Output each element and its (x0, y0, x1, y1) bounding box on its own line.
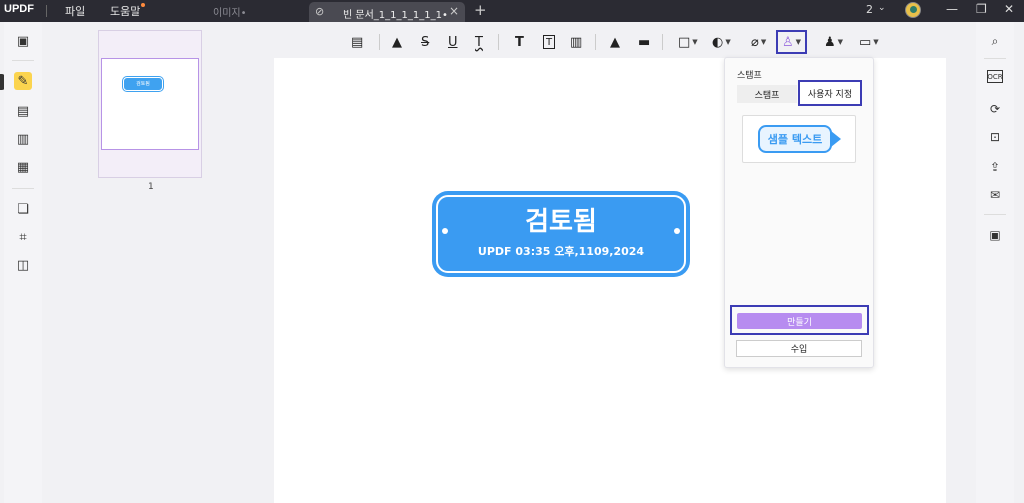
divider (662, 34, 663, 50)
sticky-note-icon[interactable]: ▥ (570, 33, 582, 51)
stamp-title: 검토됨 (525, 207, 597, 237)
notification-dot (141, 3, 146, 7)
custom-stamp-card[interactable]: 샘플 텍스트 (742, 115, 856, 163)
highlight-icon[interactable]: ▲ (392, 33, 402, 51)
stamp-dropdown: 스탬프 스탬프 사용자 지정 샘플 텍스트 만들기 수입 (724, 57, 874, 368)
reader-icon[interactable]: ▣ (14, 32, 32, 50)
create-button[interactable]: 만들기 (737, 313, 862, 329)
title-bar: UPDF 파일 도움말 이미지• ⊘ 빈 문서_1_1_1_1_1_1• × +… (0, 0, 1024, 22)
save-icon[interactable]: ▣ (986, 226, 1004, 244)
right-toolbar: ⌕ OCR ⟳ ⊡ ⇪ ✉ ▣ (976, 22, 1014, 503)
tab-document[interactable]: ⊘ 빈 문서_1_1_1_1_1_1• × (309, 2, 465, 22)
attachment-icon[interactable]: ⌀ ▼ (751, 33, 766, 51)
tab-custom[interactable]: 사용자 지정 (798, 80, 862, 106)
pencil-icon[interactable]: ▲ (610, 33, 620, 51)
left-toolbar: ▣ ✎ ▤ ▥ ▦ ❏ ⌗ ◫ (4, 22, 42, 503)
restore-icon[interactable]: ❐ (976, 2, 987, 16)
import-button[interactable]: 수입 (736, 340, 862, 357)
create-highlight: 만들기 (730, 305, 869, 335)
document-tab-icon: ⊘ (315, 5, 325, 18)
panel-title: 스탬프 (737, 71, 762, 81)
color-icon[interactable]: ◐ ▼ (712, 33, 731, 51)
eraser-icon[interactable]: ▬ (638, 33, 650, 51)
stamp-icon[interactable]: ♙ ▼ (776, 30, 808, 54)
divider (12, 188, 34, 189)
share-icon[interactable]: ⇪ (986, 158, 1004, 176)
underline-icon[interactable]: U (448, 33, 458, 51)
squiggly-icon[interactable]: T (475, 33, 483, 51)
layers-icon[interactable]: ◫ (14, 256, 32, 274)
measure-icon[interactable]: ▭ ▼ (859, 33, 879, 51)
app-logo: UPDF (4, 3, 34, 15)
edit-icon[interactable]: ▤ (14, 102, 32, 120)
divider (379, 34, 380, 50)
menu-file[interactable]: 파일 (65, 3, 85, 19)
thumbnail-stamp: 검토됨 (122, 76, 164, 92)
stamp-subtitle: UPDF 03:35 오후,1109,2024 (477, 245, 645, 258)
page-thumbnail[interactable]: 검토됨 (98, 30, 202, 178)
page-count[interactable]: 2 (866, 3, 873, 16)
strikethrough-icon[interactable]: S (421, 33, 429, 51)
divider (595, 34, 596, 50)
comment-mode-icon[interactable]: ✎ (14, 72, 32, 90)
comment-icon[interactable]: ▤ (351, 33, 363, 51)
page-layout-icon[interactable]: ▥ (14, 130, 32, 148)
arrow-right-icon (831, 131, 841, 147)
tab-stamps[interactable]: 스탬프 (737, 85, 797, 103)
title-divider (46, 5, 47, 17)
convert-icon[interactable]: ⟳ (986, 100, 1004, 118)
textbox-icon[interactable]: T (543, 35, 556, 49)
signature-icon[interactable]: ♟ ▼ (824, 33, 843, 51)
protect-icon[interactable]: ⊡ (986, 128, 1004, 146)
search-icon[interactable]: ⌕ (986, 32, 1004, 50)
avatar[interactable] (905, 2, 921, 18)
crop-icon[interactable]: ⌗ (14, 228, 32, 246)
close-icon[interactable]: ✕ (1004, 2, 1014, 16)
plus-icon[interactable]: + (474, 1, 487, 19)
tab-image[interactable]: 이미지• (213, 4, 247, 19)
email-icon[interactable]: ✉ (986, 186, 1004, 204)
page-number: 1 (148, 182, 154, 192)
divider (984, 214, 1006, 215)
thumbnail-panel: 검토됨 1 (44, 22, 258, 503)
close-tab-icon[interactable]: × (449, 4, 459, 18)
divider (12, 60, 34, 61)
text-icon[interactable]: T (515, 33, 524, 51)
divider (498, 34, 499, 50)
minimize-icon[interactable]: — (946, 2, 958, 16)
menu-help[interactable]: 도움말 (110, 3, 146, 19)
divider (984, 58, 1006, 59)
thumbnail-page: 검토됨 (101, 58, 199, 150)
approved-stamp[interactable]: 검토됨 UPDF 03:35 오후,1109,2024 (432, 191, 690, 277)
chevron-down-icon[interactable]: ⌄ (878, 3, 886, 13)
form-icon[interactable]: ▦ (14, 158, 32, 176)
shape-icon[interactable]: □ ▼ (678, 33, 698, 51)
tab-document-label: 빈 문서_1_1_1_1_1_1• (343, 10, 448, 21)
ocr-icon[interactable]: OCR (987, 70, 1003, 83)
organize-icon[interactable]: ❏ (14, 200, 32, 218)
sample-stamp: 샘플 텍스트 (758, 125, 832, 153)
